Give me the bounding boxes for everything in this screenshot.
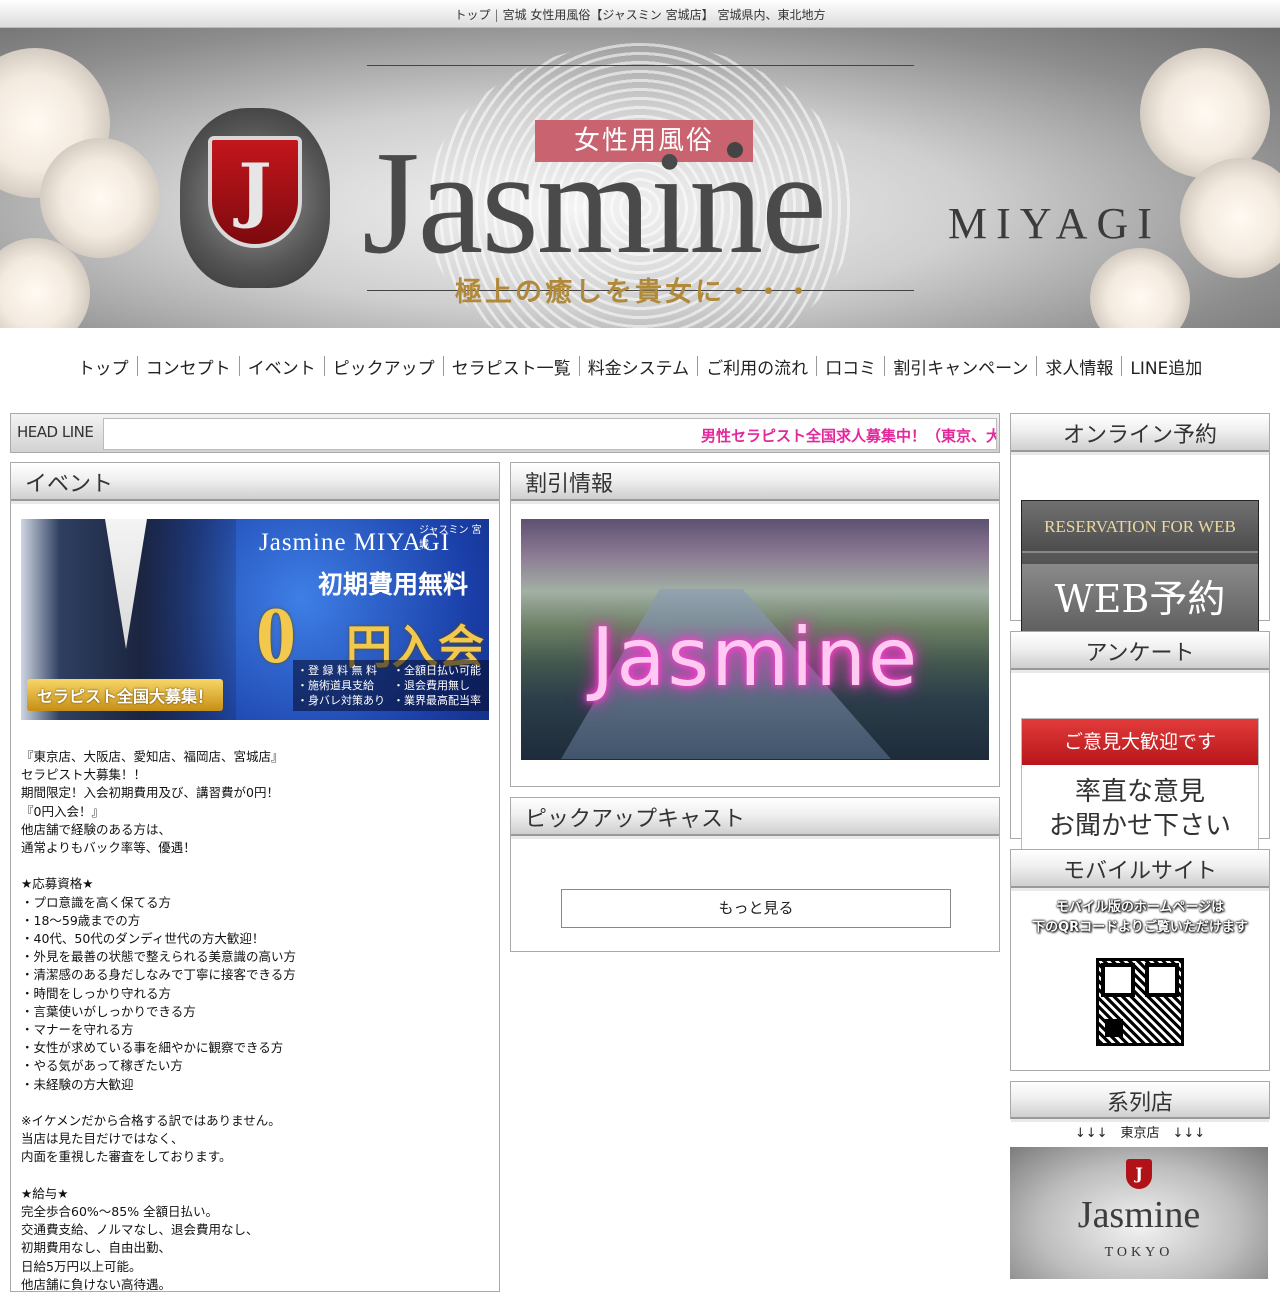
survey-panel-title: アンケート: [1085, 641, 1195, 666]
banner-top-rule: [367, 65, 914, 66]
nav-item-discount[interactable]: 割引キャンペーン: [877, 354, 1029, 379]
site-logo: Jasmine: [362, 121, 827, 285]
rose-image: [40, 138, 160, 258]
reservation-main-label: WEB予約: [1022, 564, 1258, 639]
feature-item: ・業界最高配当率: [393, 694, 481, 707]
event-recruit-badge: セラピスト全国大募集！: [27, 679, 224, 711]
online-panel-title: オンライン予約: [1062, 423, 1217, 448]
event-panel-header: イベント: [11, 463, 499, 504]
chain-store-label: ↓↓↓ 東京店 ↓↓↓: [1074, 1126, 1206, 1141]
nav-item-top[interactable]: トップ: [77, 354, 130, 379]
mobile-qr-area: モバイル版のホームページは 下のQRコードよりご覧いただけます: [1021, 898, 1259, 1066]
banner-catchphrase: 極上の癒しを貴女に・・・: [455, 277, 815, 308]
mobile-panel-title: モバイルサイト: [1062, 859, 1217, 884]
online-reservation-panel: オンライン予約 RESERVATION FOR WEB WEB予約: [1010, 413, 1270, 650]
survey-panel: アンケート ご意見大歓迎です 率直な意見 お聞かせ下さい: [1010, 631, 1270, 868]
pickup-panel-header: ピックアップキャスト: [511, 798, 999, 839]
feature-item: ・登 録 料 無 料: [297, 664, 377, 677]
event-zero: 0: [256, 592, 296, 680]
logo-location: MIYAGI: [948, 199, 1161, 248]
event-banner-image[interactable]: ジャスミン 宮城 Jasmine MIYAGI 初期費用無料 0 円入会 セラピ…: [21, 519, 489, 720]
chain-store-panel: 系列店 ↓↓↓ 東京店 ↓↓↓ J Jasmine TOKYO: [1010, 1081, 1270, 1301]
top-breadcrumb-bar: トップ | 宮城 女性用風俗【ジャスミン 宮城店】 宮城県内、東北地方: [0, 0, 1280, 28]
event-features: ・登 録 料 無 料 ・全額日払い可能 ・施術道具支給 ・退会費用無し ・身バレ…: [293, 660, 489, 711]
breadcrumb-top-link[interactable]: トップ: [455, 8, 491, 22]
pickup-panel-title: ピックアップキャスト: [525, 807, 746, 832]
nav-item-recruit[interactable]: 求人情報: [1029, 354, 1114, 379]
logo-dot: [727, 142, 743, 158]
nav-item-therapists[interactable]: セラピスト一覧: [436, 354, 572, 379]
discount-panel-title: 割引情報: [525, 472, 614, 497]
headline-bar: HEAD LINE 男性セラピスト全国求人募集中！（東京、大阪、愛知、福岡、宮城…: [10, 413, 1000, 453]
pickup-panel: ピックアップキャスト もっと見る: [510, 797, 1000, 952]
feature-item: ・全額日払い可能: [393, 664, 481, 677]
chain-panel-title: 系列店: [1106, 1091, 1173, 1116]
online-panel-header: オンライン予約: [1011, 414, 1269, 455]
mobile-site-panel: モバイルサイト モバイル版のホームページは 下のQRコードよりご覧いただけます: [1010, 849, 1270, 1071]
event-panel-title: イベント: [25, 472, 114, 497]
headline-label: HEAD LINE: [17, 423, 94, 441]
discount-panel: 割引情報 Jasmine: [510, 462, 1000, 787]
event-brand: Jasmine MIYAGI: [259, 529, 451, 556]
shield-icon: J: [208, 136, 302, 248]
event-fee-text: 初期費用無料: [318, 570, 469, 599]
mobile-panel-header: モバイルサイト: [1011, 850, 1269, 891]
global-nav: トップ コンセプト イベント ピックアップ セラピスト一覧 料金システム ご利用…: [0, 328, 1280, 408]
tokyo-sub: TOKYO: [1104, 1245, 1174, 1260]
nav-item-flow[interactable]: ご利用の流れ: [690, 354, 809, 379]
feature-item: ・退会費用無し: [393, 679, 470, 692]
feature-item: ・身バレ対策あり: [297, 694, 385, 707]
tokyo-logo: Jasmine: [1077, 1194, 1201, 1236]
nav-item-pickup[interactable]: ピックアップ: [317, 354, 436, 379]
mobile-text-2: 下のQRコードよりご覧いただけます: [1032, 920, 1248, 935]
nav-item-concept[interactable]: コンセプト: [130, 354, 232, 379]
event-panel: イベント ジャスミン 宮城 Jasmine MIYAGI 初期費用無料 0 円入…: [10, 462, 500, 1292]
neon-logo: Jasmine: [590, 611, 920, 704]
feature-item: ・施術道具支給: [297, 679, 374, 692]
survey-bar: ご意見大歓迎です: [1022, 719, 1258, 765]
discount-panel-header: 割引情報: [511, 463, 999, 504]
nav-item-line[interactable]: LINE追加: [1114, 354, 1203, 379]
header-banner[interactable]: J 女性用風俗 Jasmine MIYAGI 極上の癒しを貴女に・・・: [0, 28, 1280, 328]
mobile-text-1: モバイル版のホームページは: [1055, 900, 1225, 915]
survey-panel-header: アンケート: [1011, 632, 1269, 673]
discount-banner-image[interactable]: Jasmine: [521, 519, 989, 760]
reservation-top-label: RESERVATION FOR WEB: [1022, 501, 1258, 553]
nav-item-pricing[interactable]: 料金システム: [572, 354, 691, 379]
crest-emblem: J: [180, 108, 330, 288]
nav-item-reviews[interactable]: 口コミ: [809, 354, 877, 379]
qr-code: [1096, 958, 1184, 1046]
crest-icon: J: [1126, 1159, 1152, 1189]
breadcrumb-current: 宮城 女性用風俗【ジャスミン 宮城店】 宮城県内、東北地方: [502, 8, 826, 22]
rose-image: [1090, 248, 1190, 328]
nav-item-event[interactable]: イベント: [232, 354, 317, 379]
chain-panel-header: 系列店: [1010, 1081, 1270, 1122]
survey-banner[interactable]: ご意見大歓迎です 率直な意見 お聞かせ下さい: [1021, 718, 1259, 868]
survey-message-2: お聞かせ下さい: [1048, 811, 1231, 841]
more-button[interactable]: もっと見る: [561, 889, 951, 928]
survey-message-1: 率直な意見: [1074, 777, 1205, 807]
event-description: 『東京店、大阪店、愛知店、福岡店、宮城店』 セラピスト大募集！！ 期間限定！入会…: [21, 749, 297, 1292]
breadcrumb-separator: |: [494, 8, 499, 22]
web-reservation-button[interactable]: RESERVATION FOR WEB WEB予約: [1021, 500, 1259, 650]
headline-ticker[interactable]: 男性セラピスト全国求人募集中！（東京、大阪、愛知、福岡、宮城）: [103, 418, 997, 450]
ticker-text[interactable]: 男性セラピスト全国求人募集中！（東京、大阪、愛知、福岡、宮城）: [701, 425, 996, 446]
tokyo-store-banner[interactable]: J Jasmine TOKYO: [1010, 1147, 1268, 1279]
